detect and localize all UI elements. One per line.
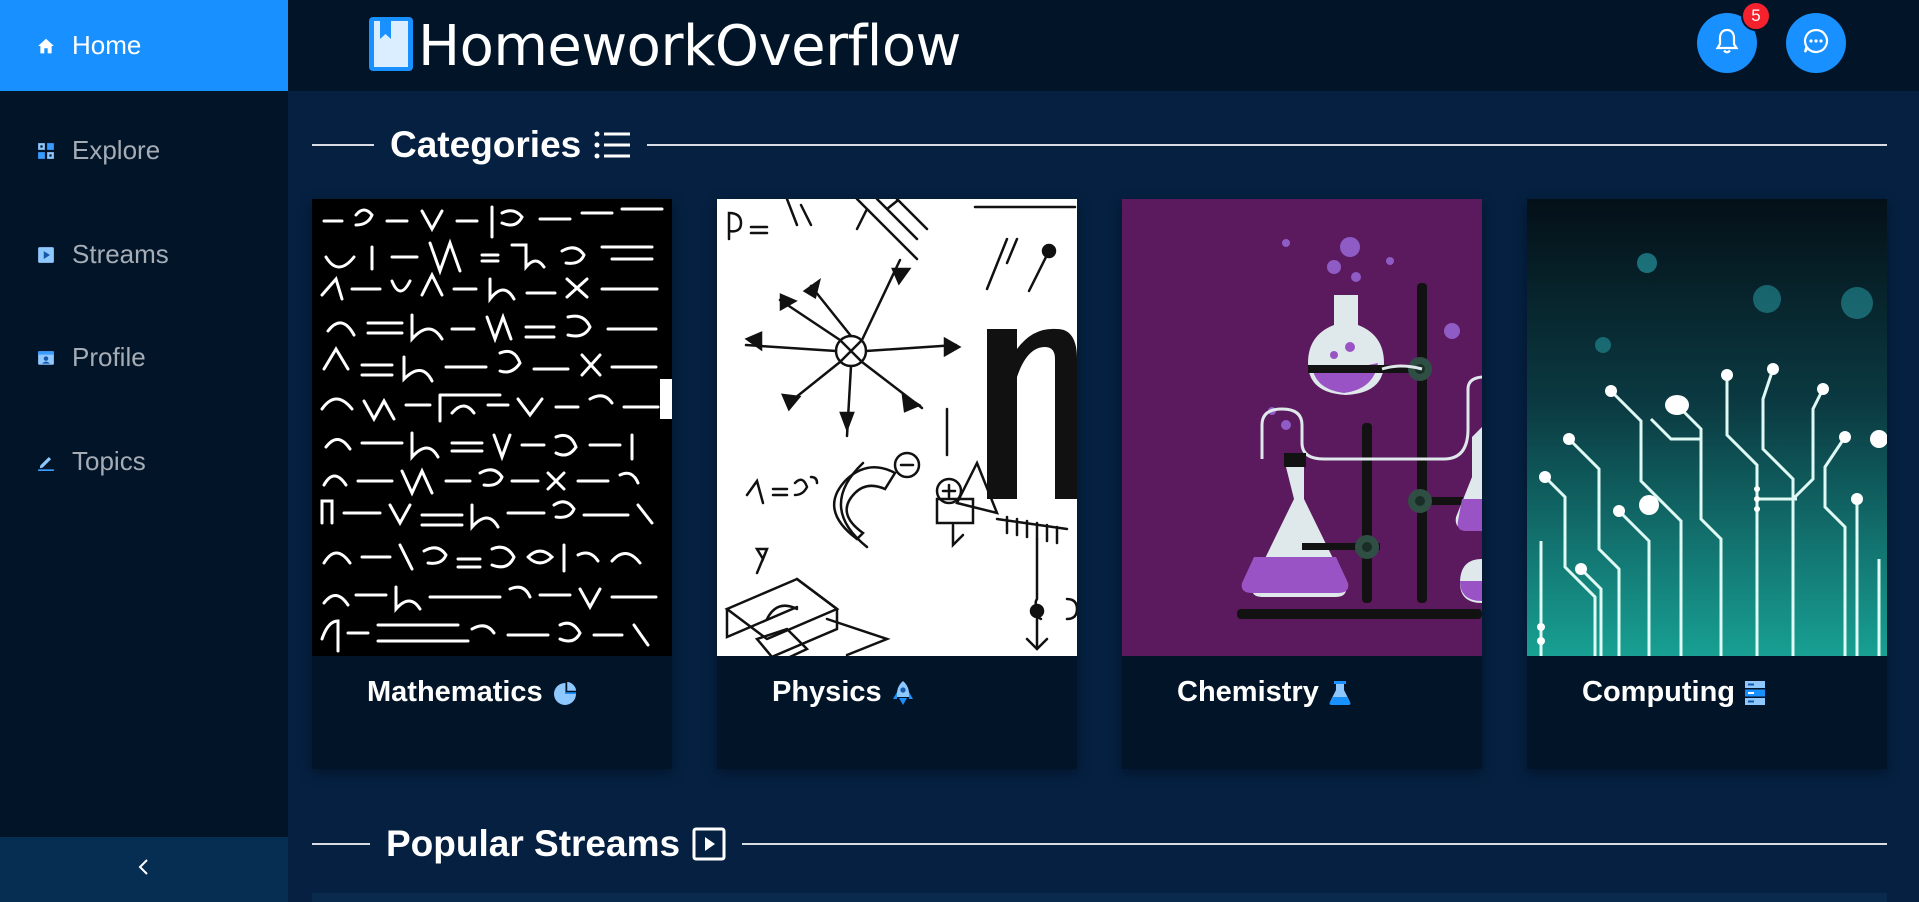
mathematics-thumbnail xyxy=(312,199,672,656)
grid-icon xyxy=(37,142,55,160)
categories-section-header: Categories xyxy=(312,124,1887,166)
physics-thumbnail xyxy=(717,199,1077,656)
sidebar-item-topics[interactable]: Topics xyxy=(0,416,288,507)
category-label: Physics xyxy=(772,676,882,708)
play-square-icon xyxy=(692,827,726,861)
id-card-icon xyxy=(37,349,55,367)
category-card-physics[interactable]: Physics xyxy=(717,199,1077,769)
sidebar-item-label: Home xyxy=(72,30,142,60)
category-card-mathematics[interactable]: Mathematics xyxy=(312,199,672,769)
category-caption: Chemistry xyxy=(1177,676,1353,709)
category-card-computing[interactable]: Computing xyxy=(1527,199,1887,769)
divider xyxy=(312,144,374,146)
sidebar-item-label: Streams xyxy=(72,239,169,269)
list-icon xyxy=(593,129,631,161)
streams-row-preview xyxy=(312,893,1887,902)
divider xyxy=(742,843,1887,845)
messages-button[interactable] xyxy=(1786,13,1846,73)
divider xyxy=(647,144,1887,146)
bell-icon xyxy=(1714,27,1740,60)
section-title: Categories xyxy=(390,124,582,165)
category-label: Computing xyxy=(1582,676,1736,708)
category-label: Chemistry xyxy=(1177,676,1319,708)
home-icon xyxy=(37,37,55,55)
play-square-icon xyxy=(37,246,55,264)
app-title: HomeworkOverflow xyxy=(418,14,961,79)
notification-count-badge: 5 xyxy=(1741,1,1771,31)
experiment-icon xyxy=(1327,679,1353,707)
sidebar: Home Explore Streams Profile Topics xyxy=(0,0,288,902)
category-caption: Computing xyxy=(1582,676,1767,709)
category-card-chemistry[interactable]: Chemistry xyxy=(1122,199,1482,769)
category-caption: Physics xyxy=(772,676,916,709)
sidebar-item-explore[interactable]: Explore xyxy=(0,105,288,196)
pie-chart-icon xyxy=(551,679,579,707)
notifications-button[interactable]: 5 xyxy=(1697,1,1771,73)
top-header: HomeworkOverflow 5 xyxy=(288,0,1919,91)
rocket-icon xyxy=(890,679,916,707)
popular-streams-section-header: Popular Streams xyxy=(312,823,1887,865)
sidebar-item-streams[interactable]: Streams xyxy=(0,209,288,300)
book-icon xyxy=(368,15,414,78)
section-title: Popular Streams xyxy=(386,823,681,864)
sidebar-item-label: Profile xyxy=(72,342,146,372)
category-label: Mathematics xyxy=(367,676,543,708)
sidebar-collapse-button[interactable] xyxy=(0,837,288,902)
edit-icon xyxy=(37,453,55,471)
chemistry-thumbnail xyxy=(1122,199,1482,656)
sidebar-item-label: Explore xyxy=(72,135,161,165)
sidebar-item-label: Topics xyxy=(72,446,146,476)
sidebar-item-home[interactable]: Home xyxy=(0,0,288,91)
app-logo[interactable]: HomeworkOverflow xyxy=(368,14,961,79)
computing-thumbnail xyxy=(1527,199,1887,656)
divider xyxy=(312,843,370,845)
database-icon xyxy=(1743,679,1767,707)
chevron-left-icon xyxy=(137,857,151,882)
message-icon xyxy=(1802,27,1830,60)
category-caption: Mathematics xyxy=(367,676,579,709)
sidebar-item-profile[interactable]: Profile xyxy=(0,312,288,403)
